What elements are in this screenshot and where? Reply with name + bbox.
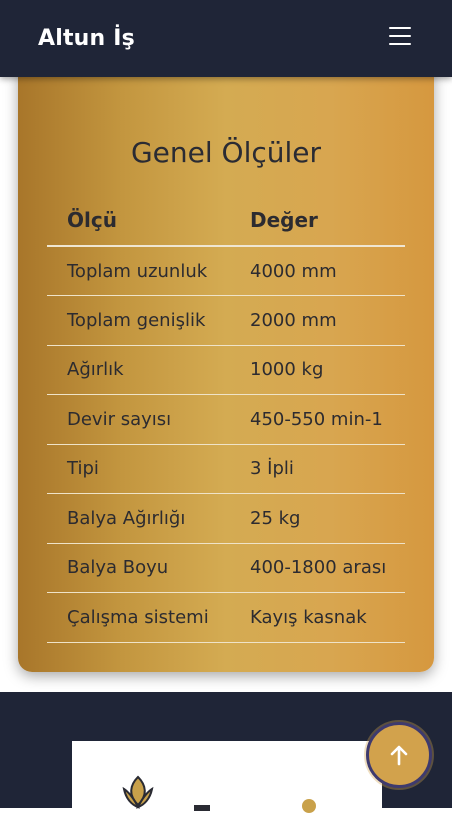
- row-label: Devir sayısı: [47, 394, 230, 445]
- row-label: Çalışma sistemi: [47, 592, 230, 643]
- row-value: 4000 mm: [230, 246, 405, 296]
- hamburger-menu-icon: [389, 27, 411, 29]
- menu-toggle-button[interactable]: [386, 24, 414, 48]
- table-row: Çalışma sistemi Kayış kasnak: [47, 592, 405, 643]
- row-label: Tipi: [47, 444, 230, 494]
- table-row: Toplam genişlik 2000 mm: [47, 295, 405, 346]
- row-value: 450-550 min-1: [230, 394, 405, 445]
- row-label: Balya Ağırlığı: [47, 493, 230, 544]
- table-header-row: Ölçü Değer: [47, 194, 405, 247]
- specs-card: Genel Ölçüler Ölçü Değer Toplam uzunluk …: [18, 20, 434, 672]
- section-title: Genel Ölçüler: [130, 136, 322, 169]
- table-row: Tipi 3 İpli: [47, 444, 405, 494]
- company-logo-icon: [122, 775, 154, 809]
- table-row: Toplam uzunluk 4000 mm: [47, 246, 405, 296]
- row-label: Ağırlık: [47, 345, 230, 395]
- column-header-measure: Ölçü: [47, 194, 230, 247]
- row-value: Kayış kasnak: [230, 592, 405, 643]
- row-label: Toplam uzunluk: [47, 246, 230, 296]
- table-row: Balya Ağırlığı 25 kg: [47, 493, 405, 544]
- specs-table: Ölçü Değer Toplam uzunluk 4000 mm Toplam…: [47, 194, 405, 643]
- arrow-up-icon: [390, 745, 408, 766]
- brand-logo-text[interactable]: Altun İş: [38, 26, 135, 51]
- row-value: 1000 kg: [230, 345, 405, 395]
- footer-logo-box: [72, 741, 382, 821]
- row-value: 3 İpli: [230, 444, 405, 494]
- row-value: 2000 mm: [230, 295, 405, 346]
- row-label: Balya Boyu: [47, 543, 230, 593]
- table-row: Devir sayısı 450-550 min-1: [47, 394, 405, 445]
- column-header-value: Değer: [230, 194, 405, 247]
- table-row: Balya Boyu 400-1800 arası: [47, 543, 405, 593]
- row-label: Toplam genişlik: [47, 295, 230, 346]
- navbar: Altun İş: [0, 0, 452, 77]
- row-value: 25 kg: [230, 493, 405, 544]
- table-row: Ağırlık 1000 kg: [47, 345, 405, 395]
- back-to-top-button[interactable]: [366, 722, 432, 788]
- row-value: 400-1800 arası: [230, 543, 405, 593]
